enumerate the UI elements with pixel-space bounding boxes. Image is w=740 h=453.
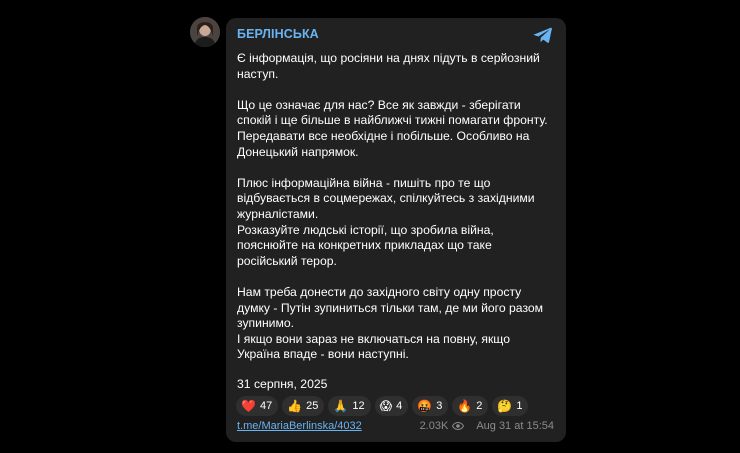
message-line: Україна впаде - вони наступні. — [237, 347, 409, 362]
message-paragraph: Що це означає для нас? Все як завжди - з… — [237, 98, 554, 160]
reaction-angry[interactable]: 🤬 3 — [412, 396, 449, 416]
reaction-scream[interactable]: 😱 4 — [374, 396, 409, 416]
reaction-pray[interactable]: 🙏 12 — [328, 396, 371, 416]
avatar-photo — [190, 17, 220, 47]
message-paragraph: Плюс інформаційна війна - пишіть про те … — [237, 176, 554, 270]
message-line: російський терор. — [237, 253, 337, 268]
message-line: Донецький напрямок. — [237, 144, 359, 159]
message-paragraph: Нам треба донести до західного світу одн… — [237, 285, 554, 363]
post-card: БЕРЛІНСЬКА Є інформація, що росіяни на д… — [226, 18, 566, 442]
reaction-count: 47 — [259, 400, 273, 412]
post-meta: 2.03K Aug 31 at 15:54 — [420, 420, 554, 432]
channel-name[interactable]: БЕРЛІНСЬКА — [237, 26, 554, 42]
fire-icon: 🔥 — [457, 399, 473, 413]
message-line: думку - Путін зупиниться тільки там, де … — [237, 300, 544, 315]
message-line: Нам треба донести до західного світу одн… — [237, 284, 522, 299]
reaction-count: 12 — [352, 400, 365, 412]
reaction-count: 4 — [396, 400, 403, 412]
reaction-count: 25 — [306, 400, 319, 412]
reaction-count: 3 — [436, 400, 443, 412]
post-link[interactable]: t.me/MariaBerlinska/4032 — [237, 420, 362, 432]
message-line: відбувається в соцмережах, спілкуйтесь з… — [237, 191, 535, 206]
angry-face-icon: 🤬 — [417, 399, 433, 413]
message-line: пояснюйте на конкретних прикладах що так… — [237, 238, 492, 253]
message-line: наступ. — [237, 66, 279, 81]
message-line: спокій і ще більше в найближчі тижні пом… — [237, 113, 548, 128]
red-heart-icon: ❤️ — [241, 399, 256, 413]
reaction-fire[interactable]: 🔥 2 — [452, 396, 489, 416]
eye-icon — [452, 422, 465, 430]
reaction-count: 1 — [516, 400, 523, 412]
reactions-bar: ❤️ 47 👍 25 🙏 12 😱 4 🤬 3 🔥 2 🤔 1 — [236, 396, 529, 416]
message-paragraph: Є інформація, що росіяни на днях підуть … — [237, 51, 554, 82]
reaction-count: 2 — [476, 400, 483, 412]
view-count: 2.03K — [419, 420, 449, 432]
reaction-thumbs-up[interactable]: 👍 25 — [282, 396, 325, 416]
thinking-face-icon: 🤔 — [497, 399, 513, 413]
message-line: журналістами. — [237, 206, 319, 221]
thumbs-up-icon: 👍 — [287, 399, 303, 413]
reaction-heart[interactable]: ❤️ 47 — [236, 396, 279, 416]
telegram-post-widget: БЕРЛІНСЬКА Є інформація, що росіяни на д… — [0, 0, 740, 453]
date-line: 31 серпня, 2025 — [237, 376, 328, 391]
avatar[interactable] — [190, 17, 220, 47]
screaming-face-icon: 😱 — [379, 399, 393, 413]
message-line: І якщо вони зараз не включаться на повну… — [237, 331, 510, 346]
message-text: Є інформація, що росіяни на днях підуть … — [237, 51, 554, 363]
message-line: Розказуйте людські історії, що зробила в… — [237, 222, 494, 237]
reaction-thinking[interactable]: 🤔 1 — [492, 396, 529, 416]
message-line: Передавати все необхідне і побільше. Осо… — [237, 128, 530, 143]
message-line: Плюс інформаційна війна - пишіть про те … — [237, 175, 491, 190]
message-line: зупинимо. — [237, 316, 295, 331]
message-line: Що це означає для нас? Все як завжди - з… — [237, 97, 521, 112]
telegram-icon[interactable] — [533, 26, 553, 44]
message-line: Є інформація, що росіяни на днях підуть … — [237, 51, 540, 65]
post-time[interactable]: Aug 31 at 15:54 — [476, 420, 554, 432]
post-footer: t.me/MariaBerlinska/4032 2.03K Aug 31 at… — [237, 419, 554, 433]
folded-hands-icon: 🙏 — [333, 399, 349, 413]
